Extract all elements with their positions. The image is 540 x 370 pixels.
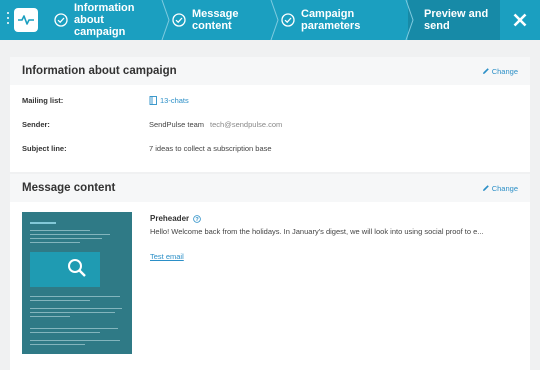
preheader-heading: Preheader ? xyxy=(150,214,201,223)
step-label: Preview and send xyxy=(424,8,489,32)
wizard-steps: Information about campaign Message conte… xyxy=(42,0,508,40)
sender-row: Sender: SendPulse team tech@sendpulse.co… xyxy=(22,120,282,129)
campaign-info-header: Information about campaign Change xyxy=(10,57,530,85)
address-book-icon xyxy=(149,96,157,105)
mailing-list-row: Mailing list: 13-chats xyxy=(22,96,189,105)
step-label: Message content xyxy=(192,8,239,32)
step-preview-and-send[interactable]: Preview and send xyxy=(408,0,508,40)
chevron-separator-icon xyxy=(161,0,170,40)
pencil-icon xyxy=(482,68,489,74)
magnifier-icon xyxy=(68,259,86,277)
step-label-line: Information about xyxy=(74,2,135,26)
preheader-label: Preheader xyxy=(150,214,190,223)
chevron-separator-icon xyxy=(405,0,414,40)
subject-row: Subject line: 7 ideas to collect a subsc… xyxy=(22,144,272,153)
help-icon[interactable]: ? xyxy=(193,214,201,223)
pencil-icon xyxy=(482,185,489,191)
email-preview-thumbnail[interactable] xyxy=(22,212,132,354)
check-circle-icon xyxy=(54,13,68,27)
pulse-logo-icon[interactable] xyxy=(14,8,38,32)
preheader-text: Hello! Welcome back from the holidays. I… xyxy=(150,227,484,236)
step-message-content[interactable]: Message content xyxy=(164,0,279,40)
message-content-card: Message content Change Preheader ? Hello… xyxy=(10,174,530,370)
check-circle-icon xyxy=(172,13,186,27)
change-label: Change xyxy=(491,183,518,193)
chevron-separator-icon xyxy=(270,0,279,40)
campaign-info-card: Information about campaign Change Mailin… xyxy=(10,57,530,172)
step-label: Campaign parameters xyxy=(301,8,361,32)
sender-email: tech@sendpulse.com xyxy=(210,120,283,129)
section-title: Information about campaign xyxy=(22,65,177,77)
step-label-line: campaign xyxy=(74,26,126,38)
section-title: Message content xyxy=(22,182,116,194)
sender-name: SendPulse team xyxy=(149,120,205,129)
wizard-bar: Information about campaign Message conte… xyxy=(0,0,540,40)
close-button[interactable] xyxy=(500,0,540,40)
mailing-list-value: 13-chats xyxy=(160,96,189,105)
step-campaign-parameters[interactable]: Campaign parameters xyxy=(273,0,414,40)
subject-label: Subject line: xyxy=(22,144,67,153)
change-label: Change xyxy=(491,66,518,76)
sender-label: Sender: xyxy=(22,120,50,129)
change-info-link[interactable]: Change xyxy=(482,67,518,76)
step-information-about-campaign[interactable]: Information about campaign xyxy=(42,0,170,40)
drag-handle-icon[interactable] xyxy=(7,12,10,28)
subject-value: 7 ideas to collect a subscription base xyxy=(149,144,272,153)
mailing-list-label: Mailing list: xyxy=(22,96,64,105)
check-circle-icon xyxy=(281,13,295,27)
test-email-link[interactable]: Test email xyxy=(150,252,184,261)
close-icon xyxy=(513,13,527,27)
message-content-header: Message content Change xyxy=(10,174,530,202)
mailing-list-link[interactable]: 13-chats xyxy=(149,96,189,105)
change-content-link[interactable]: Change xyxy=(482,184,518,193)
step-label: Information about campaign xyxy=(74,2,164,38)
thumbnail-banner xyxy=(30,252,100,287)
